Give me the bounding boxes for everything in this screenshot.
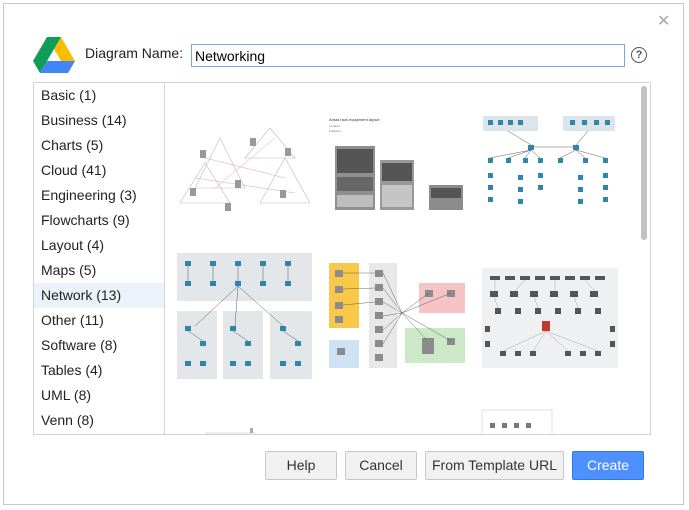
template-thumbnails: Arista rack equipment layout Location Fo… bbox=[165, 83, 650, 434]
help-icon[interactable]: ? bbox=[631, 47, 647, 63]
category-business[interactable]: Business (14) bbox=[34, 108, 164, 133]
category-basic[interactable]: Basic (1) bbox=[34, 83, 164, 108]
template-thumb-tree-network[interactable] bbox=[478, 113, 618, 213]
category-list: Basic (1) Business (14) Charts (5) Cloud… bbox=[34, 83, 165, 434]
template-thumb-rack-layout[interactable]: Arista rack equipment layout Location Fo… bbox=[325, 113, 465, 213]
category-venn[interactable]: Venn (8) bbox=[34, 408, 164, 433]
rack-title: Arista rack equipment layout bbox=[329, 117, 380, 122]
template-scrollbar[interactable] bbox=[641, 86, 647, 240]
template-panel: Basic (1) Business (14) Charts (5) Cloud… bbox=[33, 82, 651, 435]
category-engineering[interactable]: Engineering (3) bbox=[34, 183, 164, 208]
template-thumb-campus-network[interactable] bbox=[175, 251, 315, 381]
category-charts[interactable]: Charts (5) bbox=[34, 133, 164, 158]
category-tables[interactable]: Tables (4) bbox=[34, 358, 164, 383]
category-cloud[interactable]: Cloud (41) bbox=[34, 158, 164, 183]
category-uml[interactable]: UML (8) bbox=[34, 383, 164, 408]
category-flowcharts[interactable]: Flowcharts (9) bbox=[34, 208, 164, 233]
category-network[interactable]: Network (13) bbox=[34, 283, 164, 308]
template-thumb-architecture-network[interactable] bbox=[327, 258, 467, 378]
cancel-button[interactable]: Cancel bbox=[345, 451, 417, 480]
category-maps[interactable]: Maps (5) bbox=[34, 258, 164, 283]
category-other[interactable]: Other (11) bbox=[34, 308, 164, 333]
category-software[interactable]: Software (8) bbox=[34, 333, 164, 358]
template-thumb-partial-2[interactable] bbox=[480, 408, 620, 435]
drive-logo-icon bbox=[33, 37, 75, 73]
close-icon[interactable]: ✕ bbox=[657, 11, 670, 31]
category-layout[interactable]: Layout (4) bbox=[34, 233, 164, 258]
template-thumb-triangle-network[interactable] bbox=[175, 118, 315, 218]
template-thumb-datacenter-network[interactable] bbox=[480, 266, 620, 371]
rack-sub2: Footprint bbox=[329, 129, 341, 133]
diagram-name-label: Diagram Name: bbox=[85, 45, 184, 61]
rack-sub1: Location bbox=[329, 124, 341, 128]
template-thumb-partial-1[interactable] bbox=[175, 423, 315, 435]
create-button[interactable]: Create bbox=[572, 451, 644, 480]
help-button[interactable]: Help bbox=[265, 451, 337, 480]
from-template-url-button[interactable]: From Template URL bbox=[425, 451, 564, 480]
diagram-name-input[interactable] bbox=[191, 44, 625, 67]
